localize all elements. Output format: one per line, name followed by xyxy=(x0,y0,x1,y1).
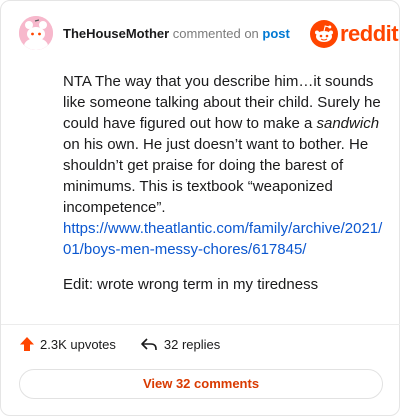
comment-text-after: on his own. He just doesn’t want to both… xyxy=(63,136,369,216)
comment-card: TheHouseMother commented on post reddit … xyxy=(0,0,400,416)
comment-stats: 2.3K upvotes 32 replies xyxy=(19,335,220,353)
reply-arrow-icon xyxy=(141,338,157,350)
reddit-wordmark: reddit xyxy=(340,21,399,46)
avatar[interactable] xyxy=(19,16,53,50)
byline-action: commented on xyxy=(172,26,259,41)
avatar-icon xyxy=(19,16,53,50)
replies-button[interactable]: 32 replies xyxy=(140,336,220,352)
upvote-arrow-icon xyxy=(20,337,34,351)
post-link[interactable]: post xyxy=(262,26,289,41)
upvote-count: 2.3K upvotes xyxy=(40,336,116,352)
reply-count: 32 replies xyxy=(163,336,221,352)
divider xyxy=(1,324,400,325)
comment-header: TheHouseMother commented on post reddit xyxy=(1,1,400,65)
comment-paragraph: NTA The way that you describe him…it sou… xyxy=(63,71,383,218)
reddit-logo-icon xyxy=(310,20,338,48)
upvote-button[interactable]: 2.3K upvotes xyxy=(19,336,116,352)
comment-text-italic: sandwich xyxy=(316,115,380,132)
comment-edit-note: Edit: wrote wrong term in my tiredness xyxy=(63,276,319,293)
username-link[interactable]: TheHouseMother xyxy=(63,26,169,41)
comment-body: NTA The way that you describe him…it sou… xyxy=(63,71,383,295)
view-comments-button[interactable]: View 32 comments xyxy=(19,369,383,399)
comment-byline: TheHouseMother commented on post xyxy=(63,26,290,41)
article-link[interactable]: https://www.theatlantic.com/family/archi… xyxy=(63,218,383,260)
